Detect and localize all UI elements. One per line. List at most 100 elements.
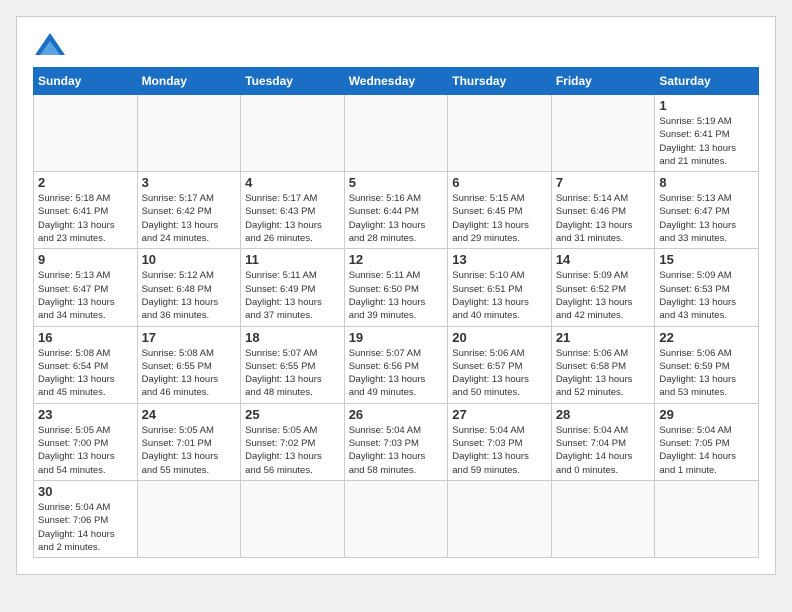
page: SundayMondayTuesdayWednesdayThursdayFrid… [16, 16, 776, 575]
calendar-week-row: 2 Sunrise: 5:18 AM Sunset: 6:41 PM Daylig… [34, 172, 759, 249]
day-number: 10 [142, 252, 237, 267]
day-number: 4 [245, 175, 340, 190]
day-number: 13 [452, 252, 547, 267]
calendar-cell: 9Sunrise: 5:13 AM Sunset: 6:47 PM Daylig… [34, 249, 138, 326]
calendar-cell: 13 Sunrise: 5:10 AM Sunset: 6:51 PM Dayli… [448, 249, 552, 326]
day-number: 24 [142, 407, 237, 422]
day-info: Sunrise: 5:09 AM Sunset: 6:53 PM Dayligh… [659, 269, 754, 322]
day-number: 22 [659, 330, 754, 345]
calendar-cell: 15 Sunrise: 5:09 AM Sunset: 6:53 PM Dayli… [655, 249, 759, 326]
calendar-header-sunday: Sunday [34, 68, 138, 95]
day-number: 30 [38, 484, 133, 499]
calendar-cell: 28 Sunrise: 5:04 AM Sunset: 7:04 PM Dayli… [551, 403, 655, 480]
day-number: 16 [38, 330, 133, 345]
day-number: 21 [556, 330, 651, 345]
day-info: Sunrise: 5:08 AM Sunset: 6:55 PM Dayligh… [142, 347, 237, 400]
calendar-cell [344, 480, 448, 557]
calendar-cell [137, 95, 241, 172]
calendar-cell: 21 Sunrise: 5:06 AM Sunset: 6:58 PM Dayli… [551, 326, 655, 403]
day-info: Sunrise: 5:16 AM Sunset: 6:44 PM Dayligh… [349, 192, 444, 245]
calendar-cell [137, 480, 241, 557]
day-info: Sunrise: 5:06 AM Sunset: 6:58 PM Dayligh… [556, 347, 651, 400]
day-number: 1 [659, 98, 754, 113]
day-number: 3 [142, 175, 237, 190]
day-number: 20 [452, 330, 547, 345]
logo [33, 33, 67, 55]
day-info: Sunrise: 5:04 AM Sunset: 7:06 PM Dayligh… [38, 501, 133, 554]
day-info: Sunrise: 5:04 AM Sunset: 7:05 PM Dayligh… [659, 424, 754, 477]
day-info: Sunrise: 5:05 AM Sunset: 7:02 PM Dayligh… [245, 424, 340, 477]
calendar-cell: 25 Sunrise: 5:05 AM Sunset: 7:02 PM Dayli… [241, 403, 345, 480]
calendar-cell: 6Sunrise: 5:15 AM Sunset: 6:45 PM Daylig… [448, 172, 552, 249]
calendar-cell [241, 95, 345, 172]
day-number: 28 [556, 407, 651, 422]
calendar-cell [241, 480, 345, 557]
day-number: 29 [659, 407, 754, 422]
day-number: 25 [245, 407, 340, 422]
calendar-cell: 16 Sunrise: 5:08 AM Sunset: 6:54 PM Dayli… [34, 326, 138, 403]
day-number: 27 [452, 407, 547, 422]
calendar-cell: 19 Sunrise: 5:07 AM Sunset: 6:56 PM Dayli… [344, 326, 448, 403]
calendar-cell: 27 Sunrise: 5:04 AM Sunset: 7:03 PM Dayli… [448, 403, 552, 480]
day-info: Sunrise: 5:14 AM Sunset: 6:46 PM Dayligh… [556, 192, 651, 245]
day-info: Sunrise: 5:11 AM Sunset: 6:49 PM Dayligh… [245, 269, 340, 322]
calendar-header-row: SundayMondayTuesdayWednesdayThursdayFrid… [34, 68, 759, 95]
calendar-header-saturday: Saturday [655, 68, 759, 95]
calendar-cell: 8Sunrise: 5:13 AM Sunset: 6:47 PM Daylig… [655, 172, 759, 249]
calendar-week-row: 9Sunrise: 5:13 AM Sunset: 6:47 PM Daylig… [34, 249, 759, 326]
calendar-cell: 26Sunrise: 5:04 AM Sunset: 7:03 PM Dayli… [344, 403, 448, 480]
day-info: Sunrise: 5:08 AM Sunset: 6:54 PM Dayligh… [38, 347, 133, 400]
day-info: Sunrise: 5:04 AM Sunset: 7:04 PM Dayligh… [556, 424, 651, 477]
day-info: Sunrise: 5:10 AM Sunset: 6:51 PM Dayligh… [452, 269, 547, 322]
day-info: Sunrise: 5:13 AM Sunset: 6:47 PM Dayligh… [659, 192, 754, 245]
calendar-cell: 4Sunrise: 5:17 AM Sunset: 6:43 PM Daylig… [241, 172, 345, 249]
calendar-cell: 18 Sunrise: 5:07 AM Sunset: 6:55 PM Dayli… [241, 326, 345, 403]
day-info: Sunrise: 5:04 AM Sunset: 7:03 PM Dayligh… [452, 424, 547, 477]
day-number: 19 [349, 330, 444, 345]
calendar-cell: 11 Sunrise: 5:11 AM Sunset: 6:49 PM Dayli… [241, 249, 345, 326]
day-info: Sunrise: 5:05 AM Sunset: 7:00 PM Dayligh… [38, 424, 133, 477]
calendar-cell: 14Sunrise: 5:09 AM Sunset: 6:52 PM Dayli… [551, 249, 655, 326]
day-number: 12 [349, 252, 444, 267]
calendar-table: SundayMondayTuesdayWednesdayThursdayFrid… [33, 67, 759, 558]
calendar-header-wednesday: Wednesday [344, 68, 448, 95]
day-number: 23 [38, 407, 133, 422]
day-info: Sunrise: 5:12 AM Sunset: 6:48 PM Dayligh… [142, 269, 237, 322]
day-number: 17 [142, 330, 237, 345]
calendar-cell: 10 Sunrise: 5:12 AM Sunset: 6:48 PM Dayli… [137, 249, 241, 326]
calendar-cell: 2 Sunrise: 5:18 AM Sunset: 6:41 PM Daylig… [34, 172, 138, 249]
calendar-cell: 12Sunrise: 5:11 AM Sunset: 6:50 PM Dayli… [344, 249, 448, 326]
day-number: 11 [245, 252, 340, 267]
calendar-week-row: 30 Sunrise: 5:04 AM Sunset: 7:06 PM Dayli… [34, 480, 759, 557]
calendar-cell: 17 Sunrise: 5:08 AM Sunset: 6:55 PM Dayli… [137, 326, 241, 403]
calendar-header-tuesday: Tuesday [241, 68, 345, 95]
day-number: 15 [659, 252, 754, 267]
day-number: 2 [38, 175, 133, 190]
calendar-week-row: 23 Sunrise: 5:05 AM Sunset: 7:00 PM Dayli… [34, 403, 759, 480]
calendar-header-thursday: Thursday [448, 68, 552, 95]
day-info: Sunrise: 5:07 AM Sunset: 6:56 PM Dayligh… [349, 347, 444, 400]
day-info: Sunrise: 5:07 AM Sunset: 6:55 PM Dayligh… [245, 347, 340, 400]
day-info: Sunrise: 5:13 AM Sunset: 6:47 PM Dayligh… [38, 269, 133, 322]
calendar-cell [34, 95, 138, 172]
day-info: Sunrise: 5:17 AM Sunset: 6:42 PM Dayligh… [142, 192, 237, 245]
day-number: 18 [245, 330, 340, 345]
calendar-week-row: 16 Sunrise: 5:08 AM Sunset: 6:54 PM Dayli… [34, 326, 759, 403]
calendar-cell: 30 Sunrise: 5:04 AM Sunset: 7:06 PM Dayli… [34, 480, 138, 557]
calendar-cell: 23 Sunrise: 5:05 AM Sunset: 7:00 PM Dayli… [34, 403, 138, 480]
day-info: Sunrise: 5:06 AM Sunset: 6:59 PM Dayligh… [659, 347, 754, 400]
day-number: 26 [349, 407, 444, 422]
calendar-cell: 29 Sunrise: 5:04 AM Sunset: 7:05 PM Dayli… [655, 403, 759, 480]
day-number: 6 [452, 175, 547, 190]
calendar-cell [655, 480, 759, 557]
calendar-cell: 5Sunrise: 5:16 AM Sunset: 6:44 PM Daylig… [344, 172, 448, 249]
calendar-cell: 24Sunrise: 5:05 AM Sunset: 7:01 PM Dayli… [137, 403, 241, 480]
day-info: Sunrise: 5:18 AM Sunset: 6:41 PM Dayligh… [38, 192, 133, 245]
calendar-cell [344, 95, 448, 172]
calendar-cell: 3 Sunrise: 5:17 AM Sunset: 6:42 PM Daylig… [137, 172, 241, 249]
calendar-header-friday: Friday [551, 68, 655, 95]
calendar-cell [551, 95, 655, 172]
logo-text [33, 33, 67, 55]
calendar-header-monday: Monday [137, 68, 241, 95]
logo-icon [35, 33, 65, 55]
